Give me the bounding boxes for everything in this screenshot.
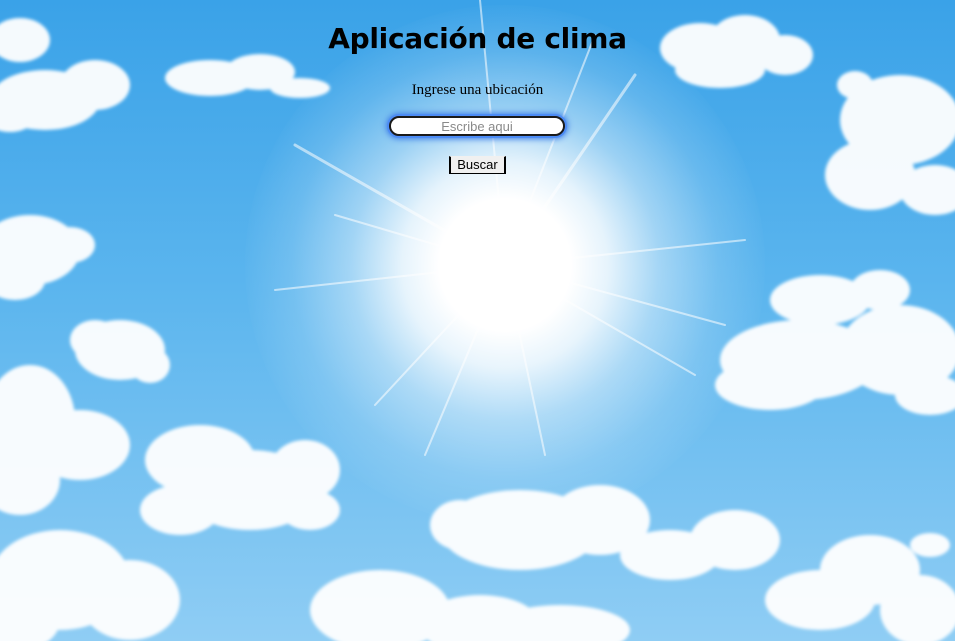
location-prompt-label: Ingrese una ubicación <box>411 82 544 98</box>
location-search-input[interactable] <box>389 116 565 136</box>
search-button[interactable]: Buscar <box>449 156 506 174</box>
page-title: Aplicación de clima <box>328 22 627 55</box>
